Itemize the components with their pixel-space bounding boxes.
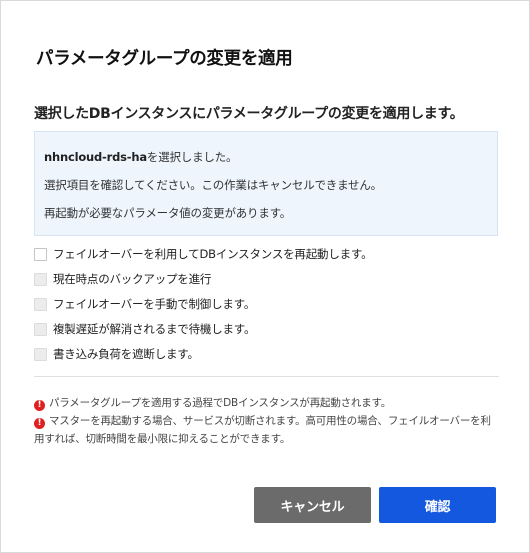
cancel-button[interactable]: キャンセル — [254, 487, 371, 523]
apply-parameter-group-dialog: パラメータグループの変更を適用 選択したDBインスタンスにパラメータグループの変… — [0, 0, 530, 553]
info-selected-instance: nhncloud-rds-haを選択しました。 — [44, 149, 237, 165]
option-failover-restart[interactable]: フェイルオーバーを利用してDBインスタンスを再起動します。 — [34, 246, 373, 262]
info-restart-text: 再起動が必要なパラメータ値の変更があります。 — [44, 206, 292, 220]
option-block-writes-checkbox — [34, 347, 47, 361]
warning-note-restart-text: パラメータグループを適用する過程でDBインスタンスが再起動されます。 — [49, 397, 392, 409]
option-manual-failover-label: フェイルオーバーを手動で制御します。 — [53, 297, 256, 311]
dialog-title: パラメータグループの変更を適用 — [36, 49, 293, 69]
warning-note-master-text: マスターを再起動する場合、サービスが切断されます。高可用性の場合、フェイルオーバ… — [34, 415, 491, 445]
option-manual-failover: フェイルオーバーを手動で制御します。 — [34, 296, 255, 312]
option-backup: 現在時点のバックアップを進行 — [34, 271, 211, 287]
option-wait-replication-label: 複製遅延が解消されるまで待機します。 — [53, 322, 256, 336]
option-backup-checkbox — [34, 272, 47, 286]
instance-suffix: を選択しました。 — [146, 150, 238, 164]
warning-icon: ! — [34, 418, 45, 429]
info-box: nhncloud-rds-haを選択しました。 選択項目を確認してください。この… — [34, 131, 498, 236]
warning-icon: ! — [34, 400, 45, 411]
info-confirm-text: 選択項目を確認してください。この作業はキャンセルできません。 — [44, 178, 382, 192]
instance-name: nhncloud-rds-ha — [44, 150, 147, 164]
option-failover-restart-label: フェイルオーバーを利用してDBインスタンスを再起動します。 — [53, 247, 373, 261]
option-backup-label: 現在時点のバックアップを進行 — [53, 272, 212, 286]
warning-note-master: ! マスターを再起動する場合、サービスが切断されます。高可用性の場合、フェイルオー… — [34, 412, 500, 448]
divider — [34, 376, 499, 377]
option-wait-replication: 複製遅延が解消されるまで待機します。 — [34, 321, 255, 337]
option-block-writes: 書き込み負荷を遮断します。 — [34, 346, 199, 362]
option-block-writes-label: 書き込み負荷を遮断します。 — [53, 347, 199, 361]
warning-note-restart: ! パラメータグループを適用する過程でDBインスタンスが再起動されます。 — [34, 394, 500, 412]
dialog-lead-text: 選択したDBインスタンスにパラメータグループの変更を適用します。 — [34, 106, 464, 122]
option-failover-restart-checkbox[interactable] — [34, 247, 47, 261]
option-wait-replication-checkbox — [34, 322, 47, 336]
option-manual-failover-checkbox — [34, 297, 47, 311]
confirm-button[interactable]: 確認 — [379, 487, 496, 523]
